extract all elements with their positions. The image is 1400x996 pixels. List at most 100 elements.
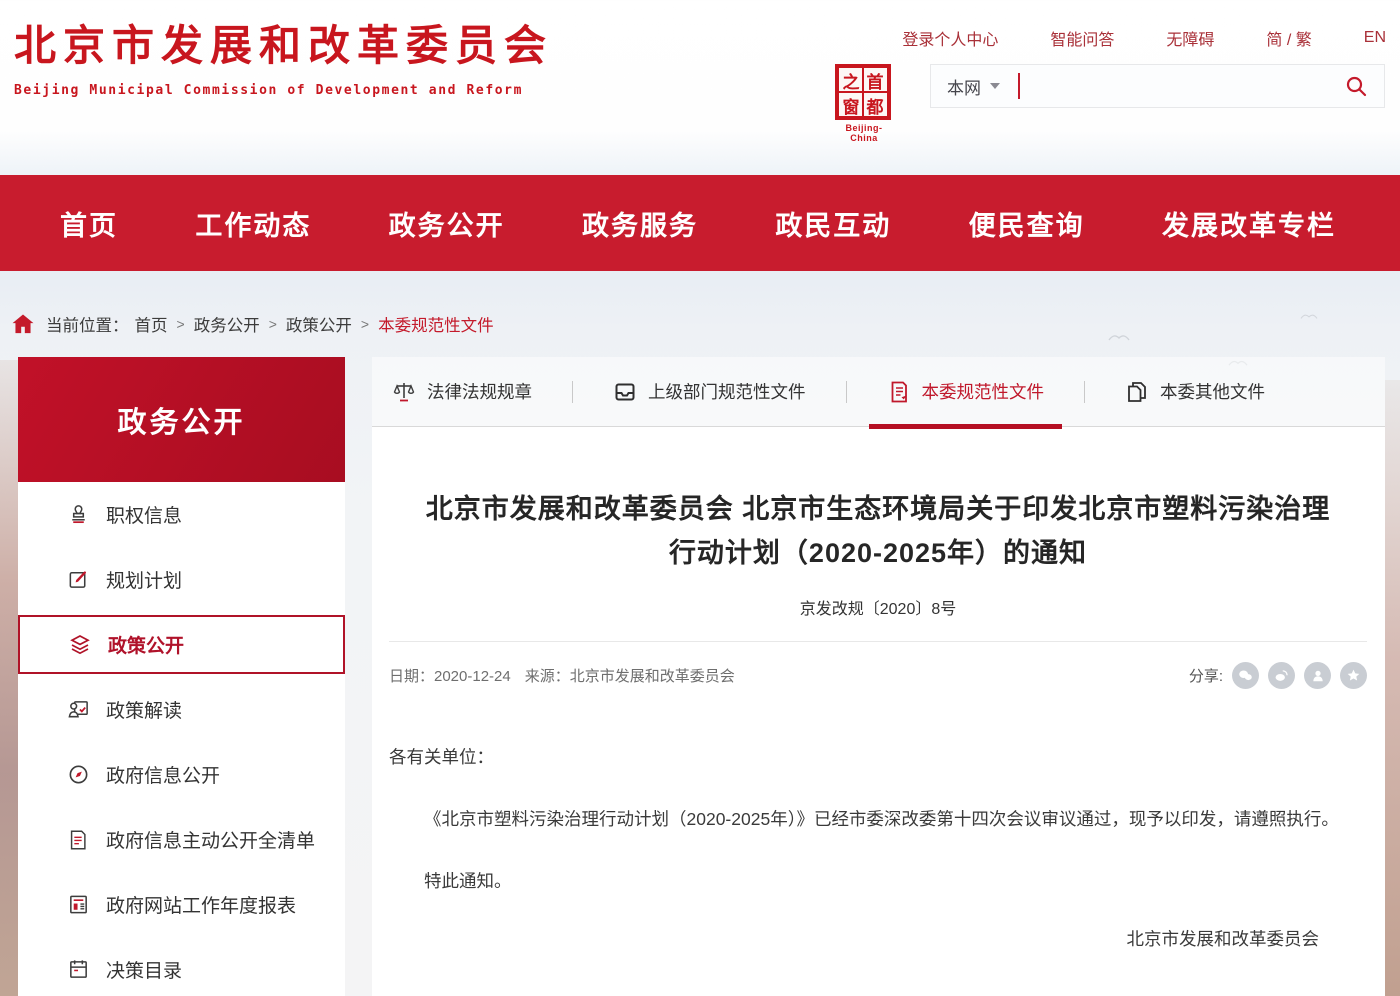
tab-divider <box>1084 381 1085 403</box>
breadcrumb-item-gov-disclosure[interactable]: 政务公开 <box>194 312 260 336</box>
main-navigation: 首页 工作动态 政务公开 政务服务 政民互动 便民查询 发展改革专栏 <box>0 175 1400 271</box>
share-qq-button[interactable] <box>1304 662 1331 689</box>
plan-edit-icon <box>65 568 91 591</box>
home-icon[interactable] <box>12 314 34 334</box>
search-button[interactable] <box>1344 74 1368 98</box>
tab-label: 本委其他文件 <box>1160 379 1265 404</box>
accessibility-link[interactable]: 无障碍 <box>1166 26 1214 50</box>
bird-decoration <box>1300 312 1318 320</box>
sidebar-item-label: 政策公开 <box>108 631 184 658</box>
sidebar-item-policy-disclosure[interactable]: 政策公开 <box>18 615 345 674</box>
nav-item-reform-special[interactable]: 发展改革专栏 <box>1162 204 1336 243</box>
wechat-icon <box>1238 668 1253 683</box>
sidebar-item-label: 政府信息主动公开全清单 <box>106 826 315 853</box>
article-title: 北京市发展和改革委员会 北京市生态环境局关于印发北京市塑料污染治理行动计划（20… <box>413 487 1343 575</box>
article-notice: 特此通知。 <box>389 863 1367 899</box>
capital-window-seal-logo[interactable]: 之 首 窗 都 Beijing-China <box>835 64 893 143</box>
site-logo[interactable]: 北京市发展和改革委员会 Beijing Municipal Commission… <box>14 14 553 98</box>
sidebar-item-label: 政府信息公开 <box>106 761 220 788</box>
sidebar-item-policy-interpretation[interactable]: 政策解读 <box>18 677 345 742</box>
tab-commission-other-documents[interactable]: 本委其他文件 <box>1119 357 1271 426</box>
header-search-area: 之 首 窗 都 Beijing-China 本网 <box>835 64 1385 143</box>
tab-commission-normative-documents[interactable]: 本委规范性文件 <box>881 357 1051 426</box>
tab-laws-regulations[interactable]: 法律法规规章 <box>386 357 538 426</box>
nav-item-gov-services[interactable]: 政务服务 <box>582 204 698 243</box>
stamp-icon <box>65 503 91 526</box>
site-header: 北京市发展和改革委员会 Beijing Municipal Commission… <box>0 0 1400 175</box>
tab-divider <box>572 381 573 403</box>
sidebar-item-proactive-disclosure-list[interactable]: 政府信息主动公开全清单 <box>18 807 345 872</box>
compass-icon <box>65 763 91 786</box>
nav-item-convenience-query[interactable]: 便民查询 <box>969 204 1085 243</box>
star-icon <box>1346 668 1361 683</box>
login-personal-center-link[interactable]: 登录个人中心 <box>902 26 998 50</box>
chevron-down-icon <box>990 83 1000 89</box>
nav-item-gov-disclosure[interactable]: 政务公开 <box>389 204 505 243</box>
tab-label: 法律法规规章 <box>427 379 532 404</box>
sidebar-item-plans[interactable]: 规划计划 <box>18 547 345 612</box>
sidebar-item-authority-info[interactable]: 职权信息 <box>18 482 345 547</box>
tab-label: 上级部门规范性文件 <box>648 379 806 404</box>
share-weibo-button[interactable] <box>1268 662 1295 689</box>
content-wrapper: 政务公开 职权信息 规划计划 政策公开 政策解读 <box>0 357 1400 996</box>
seal-caption: Beijing-China <box>835 123 893 143</box>
sidebar-item-gov-info-disclosure[interactable]: 政府信息公开 <box>18 742 345 807</box>
seal-char: 首 <box>863 68 887 93</box>
search-box: 本网 <box>930 64 1385 108</box>
sidebar-item-label: 规划计划 <box>106 566 182 593</box>
site-title: 北京市发展和改革委员会 <box>14 14 553 77</box>
nav-item-work-news[interactable]: 工作动态 <box>195 204 311 243</box>
article-date: 日期：2020-12-24 <box>389 665 511 686</box>
sidebar-item-label: 决策目录 <box>106 956 182 983</box>
sidebar-item-label: 职权信息 <box>106 501 182 528</box>
search-scope-dropdown[interactable]: 本网 <box>947 74 1000 99</box>
breadcrumb-label: 当前位置： <box>46 312 129 336</box>
breadcrumb-item-policy-disclosure[interactable]: 政策公开 <box>286 312 352 336</box>
document-icon <box>887 380 911 404</box>
qq-icon <box>1311 669 1325 683</box>
files-copy-icon <box>1125 380 1149 404</box>
site-subtitle: Beijing Municipal Commission of Developm… <box>14 83 553 98</box>
seal-char: 窗 <box>839 93 863 118</box>
article-source: 来源：北京市发展和改革委员会 <box>525 665 735 686</box>
search-input[interactable] <box>1020 65 1344 107</box>
background-photo-left-edge <box>0 360 18 996</box>
document-category-tabs: 法律法规规章 上级部门规范性文件 本委规范性文件 本委其他文件 <box>372 357 1385 427</box>
background-photo-right-edge <box>1385 380 1400 996</box>
law-scale-icon <box>392 380 416 404</box>
report-table-icon <box>65 893 91 916</box>
article-signature: 北京市发展和改革委员会 <box>389 921 1367 957</box>
breadcrumb-item-home[interactable]: 首页 <box>135 312 168 336</box>
share-favorite-button[interactable] <box>1340 662 1367 689</box>
sidebar-item-website-annual-report[interactable]: 政府网站工作年度报表 <box>18 872 345 937</box>
document-number: 京发改规〔2020〕8号 <box>389 595 1367 619</box>
share-wechat-button[interactable] <box>1232 662 1259 689</box>
breadcrumb-separator: > <box>361 316 369 332</box>
seal-box: 之 首 窗 都 <box>835 64 891 120</box>
smart-qa-link[interactable]: 智能问答 <box>1050 26 1114 50</box>
main-panel: 法律法规规章 上级部门规范性文件 本委规范性文件 本委其他文件 北京市发展和改革… <box>372 357 1385 996</box>
article: 北京市发展和改革委员会 北京市生态环境局关于印发北京市塑料污染治理行动计划（20… <box>372 427 1385 996</box>
share-label: 分享: <box>1189 665 1223 686</box>
breadcrumb: 当前位置： 首页 > 政务公开 > 政策公开 > 本委规范性文件 <box>12 307 1400 341</box>
sidebar-item-decision-catalog[interactable]: 决策目录 <box>18 937 345 996</box>
search-scope-label: 本网 <box>947 74 981 99</box>
simplified-traditional-toggle[interactable]: 简 / 繁 <box>1266 26 1311 50</box>
bird-decoration <box>1108 332 1130 342</box>
nav-item-public-interaction[interactable]: 政民互动 <box>775 204 891 243</box>
article-paragraph: 《北京市塑料污染治理行动计划（2020-2025年）》已经市委深改委第十四次会议… <box>389 801 1367 837</box>
weibo-icon <box>1274 668 1289 683</box>
breadcrumb-item-current: 本委规范性文件 <box>378 312 494 336</box>
article-meta-left: 日期：2020-12-24 来源：北京市发展和改革委员会 <box>389 665 735 686</box>
tab-divider <box>846 381 847 403</box>
english-link[interactable]: EN <box>1364 29 1386 47</box>
breadcrumb-separator: > <box>269 316 277 332</box>
tab-superior-normative-documents[interactable]: 上级部门规范性文件 <box>607 357 812 426</box>
sidebar: 政务公开 职权信息 规划计划 政策公开 政策解读 <box>18 357 345 996</box>
doc-list-icon <box>65 829 91 851</box>
search-icon <box>1344 74 1368 98</box>
seal-char: 都 <box>863 93 887 118</box>
nav-item-home[interactable]: 首页 <box>60 204 118 243</box>
sidebar-item-label: 政策解读 <box>106 696 182 723</box>
breadcrumb-separator: > <box>177 316 185 332</box>
